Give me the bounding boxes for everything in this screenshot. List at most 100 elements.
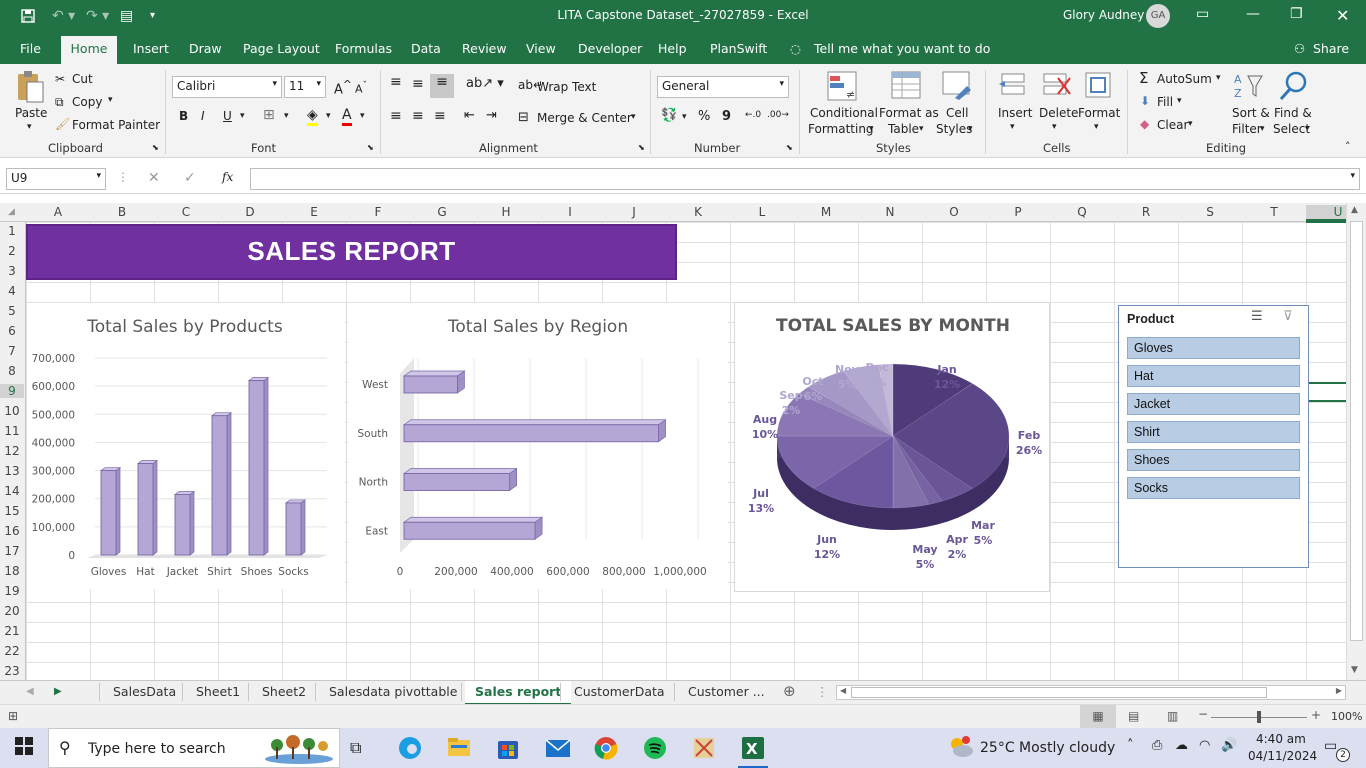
autosum-button[interactable]: AutoSum <box>1157 72 1212 86</box>
chart1-bar-shirt[interactable] <box>211 415 228 556</box>
format-painter-button[interactable]: Format Painter <box>72 118 160 132</box>
copy-button[interactable]: Copy <box>72 95 102 109</box>
italic-button[interactable]: I <box>201 109 205 123</box>
row-header-21[interactable]: 21 <box>0 624 24 638</box>
page-layout-view-icon[interactable]: ▤ <box>1128 709 1139 723</box>
accessibility-icon[interactable]: ⊞ <box>8 709 18 723</box>
bold-button[interactable]: B <box>179 109 188 123</box>
row-header-5[interactable]: 5 <box>0 304 24 318</box>
alignment-launcher-icon[interactable]: ⬊ <box>638 143 645 152</box>
row-header-2[interactable]: 2 <box>0 244 24 258</box>
select-all-icon[interactable]: ◢ <box>8 207 15 217</box>
excel-taskbar-icon[interactable]: X <box>741 736 765 763</box>
sort-filter-label-2[interactable]: Filter <box>1232 122 1262 136</box>
sheet-tab-1[interactable]: Sheet1 <box>196 684 240 699</box>
chart2-bar-south[interactable] <box>403 424 659 443</box>
tab-developer[interactable]: Developer <box>578 41 642 56</box>
zoom-level[interactable]: 100% <box>1331 710 1362 723</box>
sheet-tab-2[interactable]: Sheet2 <box>262 684 306 699</box>
row-header-16[interactable]: 16 <box>0 524 24 538</box>
insert-button[interactable]: Insert <box>998 106 1032 120</box>
clear-button[interactable]: Clear <box>1157 118 1188 132</box>
sheet-tab-5[interactable]: CustomerData <box>574 684 665 699</box>
row-header-12[interactable]: 12 <box>0 444 24 458</box>
cancel-entry-icon[interactable]: ✕ <box>148 170 160 186</box>
cell-styles-icon[interactable] <box>941 70 973 105</box>
row-header-19[interactable]: 19 <box>0 584 24 598</box>
clear-filter-icon[interactable]: ⊽ <box>1283 309 1293 324</box>
align-center-icon[interactable]: ≡ <box>412 108 424 124</box>
confirm-entry-icon[interactable]: ✓ <box>184 170 196 186</box>
increase-indent-icon[interactable]: ⇥ <box>486 108 497 123</box>
ribbon-display-icon[interactable]: ▭ <box>1196 6 1209 22</box>
volume-icon[interactable]: 🔊 <box>1221 738 1237 753</box>
slicer-item-jacket[interactable]: Jacket <box>1127 393 1300 415</box>
align-left-icon[interactable]: ≡ <box>390 108 402 124</box>
tab-view[interactable]: View <box>526 41 556 56</box>
snipping-tool-icon[interactable] <box>692 736 716 763</box>
col-header-Q[interactable]: Q <box>1050 205 1114 219</box>
number-launcher-icon[interactable]: ⬊ <box>786 143 793 152</box>
chart1-bar-jacket[interactable] <box>174 494 191 556</box>
store-icon[interactable] <box>496 736 520 763</box>
taskbar-search[interactable]: ⚲ Type here to search <box>48 728 340 768</box>
chart1-bar-shoes[interactable] <box>248 380 265 556</box>
font-launcher-icon[interactable]: ⬊ <box>367 143 374 152</box>
borders-icon[interactable]: ⊞ <box>263 107 275 123</box>
row-header-14[interactable]: 14 <box>0 484 24 498</box>
clock-time[interactable]: 4:40 am <box>1256 732 1306 746</box>
scroll-down-icon[interactable]: ▼ <box>1351 665 1358 675</box>
sales-report-banner[interactable]: SALES REPORT <box>26 224 677 280</box>
col-header-D[interactable]: D <box>218 205 282 219</box>
format-as-table-label[interactable]: Format as <box>879 106 939 120</box>
cut-button[interactable]: Cut <box>72 72 93 86</box>
file-explorer-icon[interactable] <box>447 736 471 761</box>
row-header-3[interactable]: 3 <box>0 264 24 278</box>
page-break-view-icon[interactable]: ▥ <box>1167 709 1178 723</box>
tab-file[interactable]: File <box>20 41 41 56</box>
expand-formula-icon[interactable]: ▾ <box>1350 171 1355 181</box>
underline-dropdown-icon[interactable]: ▾ <box>240 111 245 121</box>
col-header-S[interactable]: S <box>1178 205 1242 219</box>
format-button[interactable]: Format <box>1078 106 1120 120</box>
slicer-item-hat[interactable]: Hat <box>1127 365 1300 387</box>
tab-home[interactable]: Home <box>61 36 117 64</box>
task-view-icon[interactable]: ⧉ <box>350 738 361 758</box>
scroll-thumb[interactable] <box>1350 221 1363 641</box>
conditional-formatting-icon[interactable]: ≠ <box>826 70 858 105</box>
user-name[interactable]: Glory Audney <box>1063 8 1144 22</box>
chrome-icon[interactable] <box>594 736 618 763</box>
paste-dropdown-icon[interactable]: ▾ <box>27 122 32 132</box>
chart1-bar-gloves[interactable] <box>100 470 117 556</box>
fill-color-dropdown-icon[interactable]: ▾ <box>326 111 331 121</box>
top-align-icon[interactable]: ≡ <box>390 74 402 90</box>
tab-planswift[interactable]: PlanSwift <box>710 41 767 56</box>
copy-dropdown-icon[interactable]: ▾ <box>108 95 113 105</box>
weather-text[interactable]: 25°C Mostly cloudy <box>980 740 1115 756</box>
number-format-select[interactable]: General ▾ <box>657 76 789 98</box>
delete-cells-icon[interactable] <box>1040 70 1072 105</box>
row-header-11[interactable]: 11 <box>0 424 24 438</box>
show-hidden-icon[interactable]: ˄ <box>1127 738 1134 753</box>
tab-help[interactable]: Help <box>658 41 687 56</box>
scroll-up-icon[interactable]: ▲ <box>1351 205 1358 215</box>
weather-icon[interactable] <box>947 734 975 763</box>
col-header-R[interactable]: R <box>1114 205 1178 219</box>
row-header-22[interactable]: 22 <box>0 644 24 658</box>
sort-filter-label[interactable]: Sort & <box>1232 106 1270 120</box>
chart2-bar-east[interactable] <box>403 521 536 540</box>
font-color-icon[interactable]: A <box>342 107 352 126</box>
slicer-item-shoes[interactable]: Shoes <box>1127 449 1300 471</box>
col-header-N[interactable]: N <box>858 205 922 219</box>
add-sheet-icon[interactable]: ⊕ <box>783 682 796 700</box>
next-sheet-icon[interactable]: ▶ <box>54 686 62 697</box>
font-size-select[interactable]: 11 ▾ <box>284 76 326 98</box>
col-header-E[interactable]: E <box>282 205 346 219</box>
avatar[interactable]: GA <box>1146 4 1170 28</box>
merge-dropdown-icon[interactable]: ▾ <box>631 112 636 122</box>
wifi-icon[interactable]: ◠ <box>1199 738 1210 753</box>
row-header-6[interactable]: 6 <box>0 324 24 338</box>
selected-cell[interactable] <box>1306 382 1346 402</box>
bottom-align-icon[interactable]: ≡ <box>430 74 454 98</box>
close-icon[interactable]: ✕ <box>1336 6 1349 25</box>
